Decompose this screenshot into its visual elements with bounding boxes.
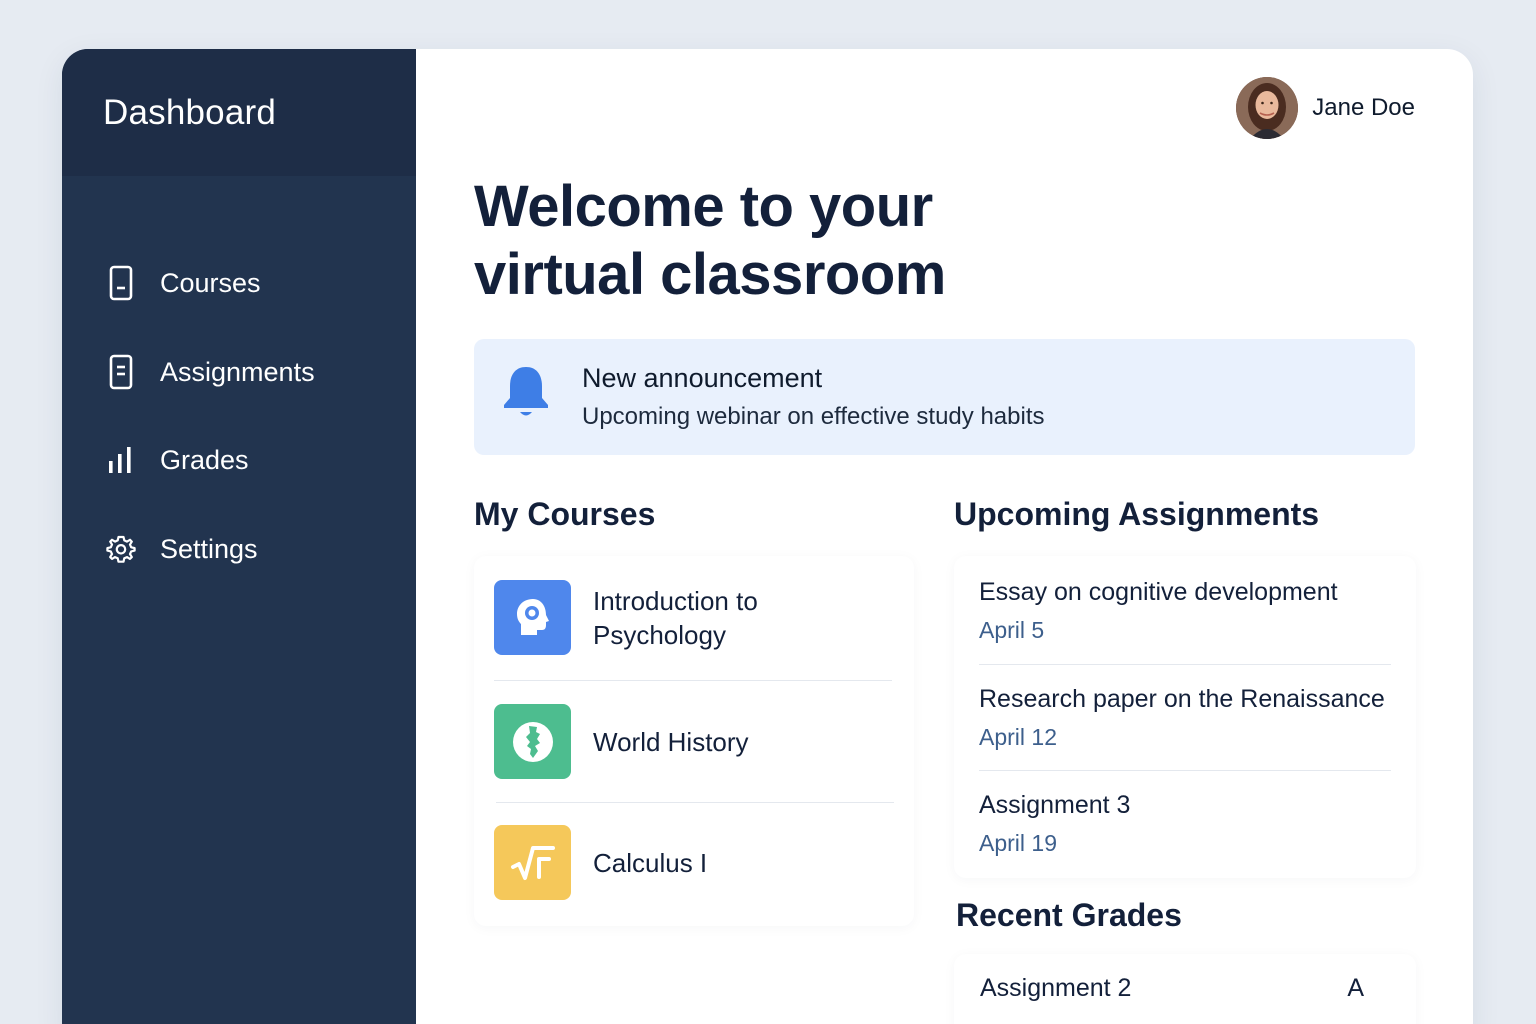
- sidebar-item-label: Settings: [160, 533, 258, 564]
- announcement-banner[interactable]: New announcement Upcoming webinar on eff…: [474, 339, 1415, 455]
- list-item-assignment[interactable]: Assignment 3 April 19: [979, 791, 1130, 857]
- assignment-title: Assignment 3: [979, 791, 1131, 819]
- divider: [494, 680, 892, 681]
- recent-grades-heading: Recent Grades: [956, 897, 1182, 933]
- user-profile[interactable]: Jane Doe: [1236, 77, 1415, 139]
- courses-list: Introduction to Psychology World History: [474, 556, 914, 926]
- assignment-date: April 5: [979, 617, 1045, 643]
- upcoming-assignments-heading: Upcoming Assignments: [954, 496, 1320, 532]
- grade-assignment-name: Assignment 2: [980, 974, 1132, 1002]
- user-name: Jane Doe: [1312, 94, 1415, 121]
- course-name: Introduction to Psychology: [593, 585, 758, 650]
- sidebar-title: Dashboard: [103, 92, 277, 132]
- sidebar-item-grades[interactable]: Grades: [62, 430, 416, 490]
- gear-icon: [106, 531, 136, 567]
- sidebar-item-label: Courses: [160, 267, 261, 298]
- grades-list: Assignment 2 A: [954, 954, 1416, 1024]
- list-item-course[interactable]: Introduction to Psychology: [494, 580, 892, 655]
- sidebar-item-label: Assignments: [160, 356, 315, 387]
- assignment-date: April 19: [979, 830, 1057, 856]
- main-content: Jane Doe Welcome to your virtual classro…: [416, 49, 1473, 1024]
- sidebar-header: Dashboard: [62, 49, 416, 176]
- avatar: [1236, 77, 1299, 139]
- grade-value: A: [1347, 974, 1364, 1002]
- assignments-list: Essay on cognitive development April 5 R…: [954, 556, 1416, 878]
- announcement-body: Upcoming webinar on effective study habi…: [582, 403, 1045, 430]
- square-root-icon: [494, 825, 571, 900]
- course-name: World History: [593, 726, 749, 757]
- app-window: Dashboard Courses Assignments Grades Set…: [62, 49, 1473, 1024]
- list-item-course[interactable]: World History: [494, 704, 892, 779]
- globe-icon: [494, 704, 571, 779]
- announcement-title: New announcement: [582, 363, 823, 393]
- page-title-line-1: Welcome to your: [474, 174, 933, 239]
- sidebar-item-courses[interactable]: Courses: [62, 253, 416, 313]
- page-title-line-2: virtual classroom: [474, 242, 946, 307]
- list-item-course[interactable]: Calculus I: [494, 825, 892, 900]
- course-name: Calculus I: [593, 847, 708, 878]
- list-item-grade[interactable]: Assignment 2 A: [980, 974, 1364, 1003]
- assignment-title: Essay on cognitive development: [979, 578, 1338, 606]
- assignment-date: April 12: [979, 724, 1057, 750]
- bell-icon: [500, 363, 552, 426]
- assignment-title: Research paper on the Renaissance: [979, 685, 1385, 713]
- sidebar-item-label: Grades: [160, 444, 249, 475]
- divider: [979, 664, 1391, 665]
- sidebar-item-assignments[interactable]: Assignments: [62, 342, 416, 402]
- page-title: Welcome to your virtual classroom: [474, 173, 1074, 309]
- sidebar: Dashboard Courses Assignments Grades Set…: [62, 49, 416, 1024]
- bookmark-icon: [106, 265, 136, 301]
- divider: [979, 770, 1391, 771]
- head-icon: [494, 580, 571, 655]
- divider: [496, 802, 894, 803]
- list-item-assignment[interactable]: Essay on cognitive development April 5: [979, 578, 1338, 644]
- sidebar-item-settings[interactable]: Settings: [62, 519, 416, 579]
- document-icon: [106, 354, 136, 390]
- bar-chart-icon: [106, 442, 136, 478]
- my-courses-heading: My Courses: [474, 496, 656, 532]
- list-item-assignment[interactable]: Research paper on the Renaissance April …: [979, 685, 1385, 751]
